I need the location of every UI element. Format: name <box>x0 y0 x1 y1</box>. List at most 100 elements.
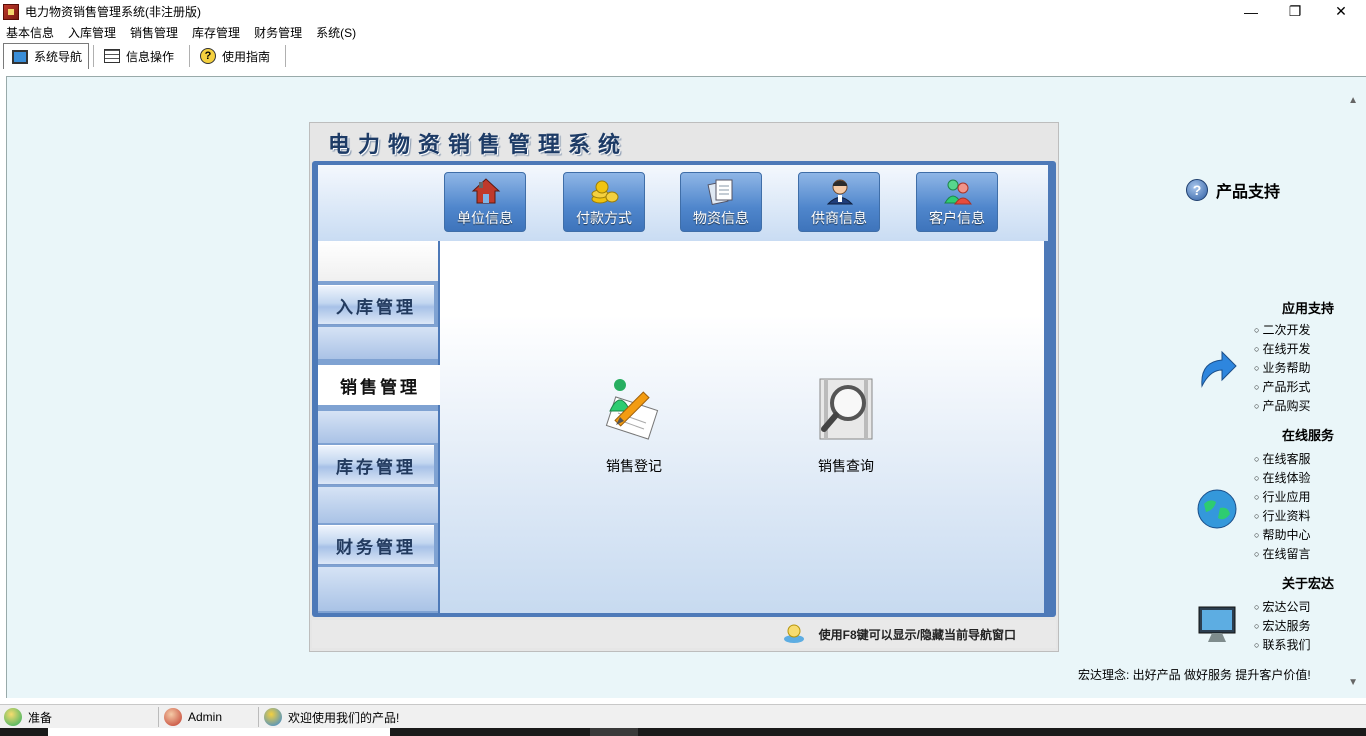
link-secondary-development[interactable]: 二次开发 <box>1254 321 1310 340</box>
menu-basic-info[interactable]: 基本信息 <box>0 24 62 41</box>
sales-register-button[interactable]: 销售登记 <box>584 375 684 476</box>
support-title: ? 产品支持 <box>1186 178 1280 202</box>
status-user-text: Admin <box>188 710 223 724</box>
feature-label: 销售登记 <box>606 458 662 474</box>
toolbar-separator <box>285 45 286 67</box>
tab-label: 使用指南 <box>222 49 271 64</box>
button-label: 客户信息 <box>929 210 985 226</box>
menu-inventory[interactable]: 库存管理 <box>186 24 248 41</box>
app-icon <box>3 3 19 20</box>
sidebar-spacer <box>318 487 438 523</box>
section-title-app-support: 应用支持 <box>1281 301 1334 316</box>
help-icon: ? <box>200 48 216 64</box>
toolbar-separator <box>93 45 94 67</box>
house-icon <box>471 178 501 204</box>
status-user: Admin <box>164 707 222 727</box>
hint-bar: 使用F8键可以显示/隐藏当前导航窗口 <box>312 620 1056 648</box>
link-contact[interactable]: 联系我们 <box>1254 636 1310 655</box>
person-icon <box>826 179 854 205</box>
link-online-support[interactable]: 在线客服 <box>1254 450 1310 469</box>
hint-text: 使用F8键可以显示/隐藏当前导航窗口 <box>818 627 1016 642</box>
payment-method-button[interactable]: 付款方式 <box>563 172 645 232</box>
nav-sidebar: 入库管理 销售管理 库存管理 财务管理 <box>318 241 442 613</box>
link-business-help[interactable]: 业务帮助 <box>1254 359 1310 378</box>
sidebar-spacer <box>318 327 438 359</box>
top-button-strip: 单位信息 付款方式 物资信息 供商信息 客户信息 <box>318 165 1048 241</box>
status-welcome-text: 欢迎使用我们的产品! <box>288 710 400 725</box>
menu-inbound[interactable]: 入库管理 <box>62 24 124 41</box>
link-online-development[interactable]: 在线开发 <box>1254 340 1310 359</box>
customer-info-button[interactable]: 客户信息 <box>916 172 998 232</box>
sidebar-item-finance[interactable]: 财务管理 <box>318 525 434 565</box>
link-industry-materials[interactable]: 行业资料 <box>1254 507 1310 526</box>
section-title-online-service: 在线服务 <box>1281 428 1334 443</box>
status-ready: 准备 <box>4 707 52 727</box>
documents-icon <box>707 179 733 205</box>
menu-bar: 基本信息 入库管理 销售管理 库存管理 财务管理 系统(S) <box>0 23 1366 42</box>
taskbar-app[interactable] <box>590 728 638 736</box>
scroll-down-arrow[interactable]: ▼ <box>1348 677 1358 688</box>
close-button[interactable]: ✕ <box>1318 0 1364 23</box>
taskbar-search[interactable] <box>48 728 390 736</box>
support-title-text: 产品支持 <box>1216 184 1281 201</box>
main-area: ▲ ▼ 电力物资销售管理系统 单位信息 付款方式 物资信息 供商信息 客户信息 … <box>6 76 1366 698</box>
globe-icon <box>1197 489 1237 529</box>
sidebar-spacer <box>318 411 438 443</box>
about-list: 宏达公司 宏达服务 联系我们 <box>1254 598 1310 655</box>
maximize-button[interactable]: ❐ <box>1272 0 1318 23</box>
people-icon <box>944 179 972 205</box>
sales-query-button[interactable]: 销售查询 <box>796 375 896 476</box>
arrow-icon <box>1201 350 1237 388</box>
status-welcome: 欢迎使用我们的产品! <box>264 707 399 727</box>
link-online-message[interactable]: 在线留言 <box>1254 545 1310 564</box>
menu-system[interactable]: 系统(S) <box>310 24 364 41</box>
link-company[interactable]: 宏达公司 <box>1254 598 1310 617</box>
sidebar-spacer <box>318 241 438 281</box>
status-separator <box>158 707 159 727</box>
button-label: 物资信息 <box>693 210 749 226</box>
button-label: 供商信息 <box>811 210 867 226</box>
app-support-list: 二次开发 在线开发 业务帮助 产品形式 产品购买 <box>1254 321 1310 416</box>
section-title-about: 关于宏达 <box>1281 576 1334 591</box>
question-icon: ? <box>1186 179 1208 201</box>
sidebar-item-sales[interactable]: 销售管理 <box>318 365 442 405</box>
user-icon <box>164 708 182 726</box>
tab-system-navigation[interactable]: 系统导航 <box>3 43 89 69</box>
ready-icon <box>4 708 22 726</box>
button-label: 单位信息 <box>457 210 513 226</box>
menu-finance[interactable]: 财务管理 <box>248 24 310 41</box>
title-bar: 电力物资销售管理系统(非注册版) — ❐ ✕ <box>0 0 1366 23</box>
panel-title: 电力物资销售管理系统 <box>328 132 629 158</box>
monitor-icon <box>12 49 28 64</box>
monitor-icon <box>1198 606 1236 642</box>
sidebar-item-inbound[interactable]: 入库管理 <box>318 285 434 325</box>
status-bar: 准备 Admin 欢迎使用我们的产品! <box>0 704 1366 728</box>
grid-icon <box>104 49 120 63</box>
link-help-center[interactable]: 帮助中心 <box>1254 526 1310 545</box>
tab-label: 信息操作 <box>126 49 175 64</box>
menu-sales[interactable]: 销售管理 <box>124 24 186 41</box>
online-service-list: 在线客服 在线体验 行业应用 行业资料 帮助中心 在线留言 <box>1254 450 1310 564</box>
toolbar-separator <box>189 45 190 67</box>
navigation-panel: 电力物资销售管理系统 单位信息 付款方式 物资信息 供商信息 客户信息 入库管理… <box>309 122 1059 652</box>
link-online-experience[interactable]: 在线体验 <box>1254 469 1310 488</box>
material-info-button[interactable]: 物资信息 <box>680 172 762 232</box>
sidebar-item-inventory[interactable]: 库存管理 <box>318 445 434 485</box>
tab-user-guide[interactable]: ? 使用指南 <box>192 43 282 69</box>
sidebar-spacer <box>318 567 438 611</box>
tab-info-operation[interactable]: 信息操作 <box>96 43 186 69</box>
minimize-button[interactable]: — <box>1228 0 1274 23</box>
link-industry-application[interactable]: 行业应用 <box>1254 488 1310 507</box>
magnifier-icon <box>819 378 873 440</box>
link-product-form[interactable]: 产品形式 <box>1254 378 1310 397</box>
status-ready-text: 准备 <box>28 710 53 725</box>
company-motto: 宏达理念: 出好产品 做好服务 提升客户价值! <box>1078 668 1311 682</box>
coins-icon <box>591 180 619 204</box>
supplier-info-button[interactable]: 供商信息 <box>798 172 880 232</box>
people-icon <box>264 708 282 726</box>
pencil-icon <box>605 379 659 440</box>
link-product-purchase[interactable]: 产品购买 <box>1254 397 1310 416</box>
link-service[interactable]: 宏达服务 <box>1254 617 1310 636</box>
unit-info-button[interactable]: 单位信息 <box>444 172 526 232</box>
scroll-up-arrow[interactable]: ▲ <box>1348 95 1358 106</box>
